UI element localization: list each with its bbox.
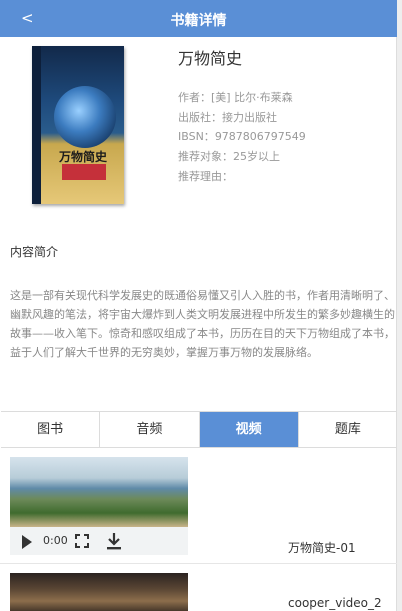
- meta-reason: 推荐理由：: [178, 168, 233, 184]
- media-tabs: 图书 音频 视频 题库: [1, 411, 397, 448]
- intro-heading: 内容简介: [10, 245, 59, 259]
- list-divider: [0, 563, 397, 564]
- video-thumbnail: [10, 573, 188, 611]
- download-icon[interactable]: [106, 532, 122, 550]
- video-title-1[interactable]: 万物简史-01: [288, 539, 356, 556]
- video-thumbnail: [10, 457, 188, 527]
- video-player-1[interactable]: 0:00: [10, 457, 188, 555]
- meta-publisher: 出版社：接力出版社: [178, 109, 277, 125]
- meta-author: 作者：[美] 比尔·布莱森: [178, 89, 293, 105]
- meta-isbn-key: IBSN：: [178, 130, 215, 143]
- app-frame: < 书籍详情 万物简史 万物简史 作者：[美] 比尔·布莱森 出版社：接力出版社…: [0, 0, 397, 611]
- tab-books[interactable]: 图书: [1, 412, 101, 447]
- meta-audience-key: 推荐对象：: [178, 150, 233, 163]
- video-title-2[interactable]: cooper_video_2: [288, 596, 382, 610]
- book-cover-image: 万物简史: [32, 46, 124, 204]
- header-bar: < 书籍详情: [0, 0, 397, 37]
- meta-author-value: [美] 比尔·布莱森: [211, 91, 293, 104]
- scrollbar[interactable]: [397, 0, 402, 611]
- tab-audio[interactable]: 音频: [100, 412, 200, 447]
- meta-author-key: 作者：: [178, 91, 211, 104]
- intro-text: 这是一部有关现代科学发展史的既通俗易懂又引人入胜的书，作者用清晰明了、幽默风趣的…: [10, 289, 395, 359]
- cover-spine: [32, 46, 41, 204]
- tab-video[interactable]: 视频: [199, 412, 299, 447]
- cover-globe-art: [54, 86, 116, 148]
- meta-reason-key: 推荐理由：: [178, 170, 233, 183]
- cover-title: 万物简史: [58, 150, 107, 164]
- video-player-2[interactable]: [10, 573, 188, 611]
- meta-audience: 推荐对象：25岁以上: [178, 148, 280, 164]
- book-title: 万物简史: [178, 49, 243, 68]
- tab-quiz[interactable]: 题库: [299, 412, 397, 447]
- video-controls: 0:00: [10, 527, 188, 555]
- cover-badge: [62, 164, 106, 180]
- video-time: 0:00: [43, 534, 68, 547]
- meta-audience-value: 25岁以上: [233, 150, 280, 163]
- meta-publisher-value: 接力出版社: [222, 111, 277, 124]
- play-icon[interactable]: [22, 535, 32, 549]
- page-title: 书籍详情: [170, 13, 227, 29]
- meta-isbn: IBSN：9787806797549: [178, 128, 306, 144]
- fullscreen-icon[interactable]: [75, 534, 89, 548]
- meta-isbn-value: 9787806797549: [214, 130, 306, 143]
- meta-publisher-key: 出版社：: [178, 111, 222, 124]
